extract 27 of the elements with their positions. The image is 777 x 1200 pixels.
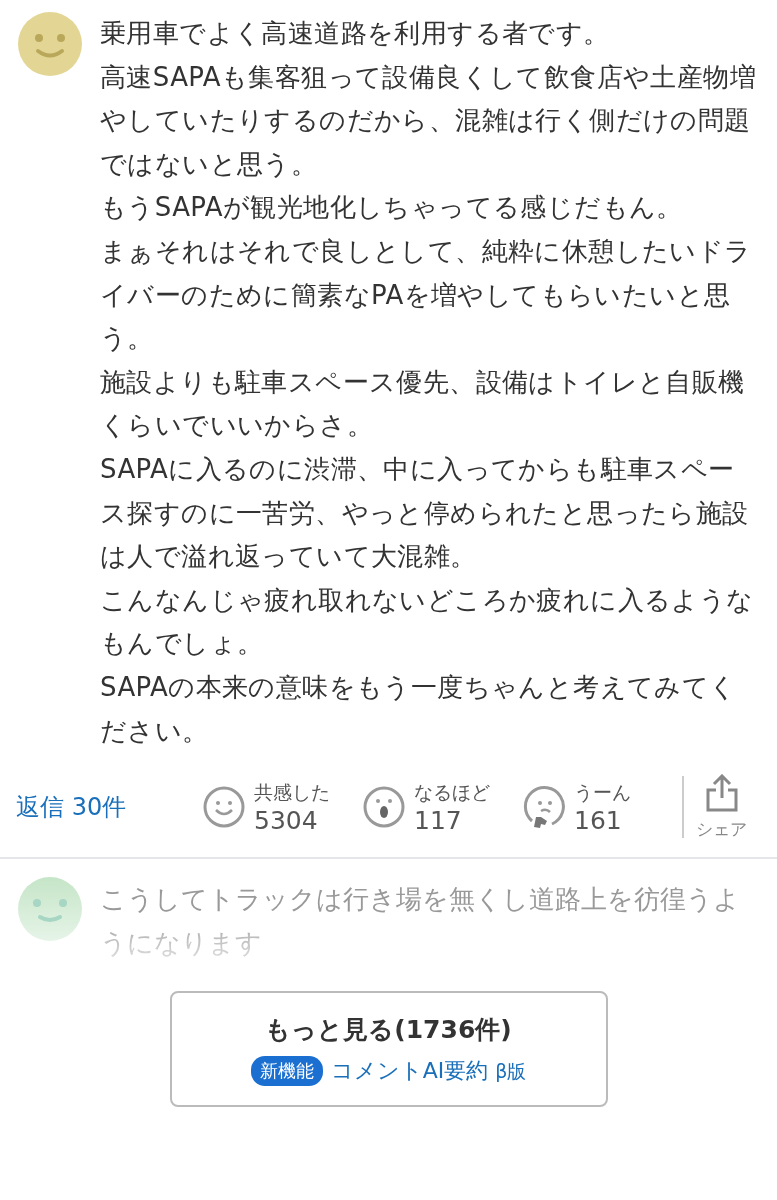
- comment-text: こんなんじゃ疲れ取れないどころか疲れに入るようなもんでしょ。: [100, 583, 755, 661]
- comment-text: 乗用車でよく高速道路を利用する者です。: [100, 17, 611, 50]
- comment-text: まぁそれはそれで良しとして、純粋に休憩したいドライバーのために簡素なPAを増やしてもらいたいと思う。: [100, 234, 753, 356]
- share-button[interactable]: シェア: [696, 773, 747, 841]
- new-feature-badge: 新機能: [250, 1055, 323, 1086]
- avatar-icon: [18, 877, 82, 942]
- reaction-count: 161: [574, 805, 623, 835]
- ai-summary-link[interactable]: コメントAI要約 β版: [330, 1055, 527, 1086]
- replies-link[interactable]: 返信 30件: [16, 791, 202, 824]
- share-icon: [704, 773, 739, 812]
- thinking-face-icon[interactable]: [522, 785, 566, 830]
- more-label: もっと見る(1736件): [265, 1013, 512, 1046]
- reaction-count: 117: [414, 805, 463, 835]
- comment-text: 施設よりも駐車スペース優先、設備はトイレと自販機くらいでいいからさ。: [100, 365, 746, 443]
- more-button[interactable]: もっと見る(1736件) 新機能 コメントAI要約 β版: [169, 991, 608, 1108]
- reaction-count: 5304: [254, 805, 319, 835]
- reaction-label: うーん: [574, 779, 631, 805]
- comment-text: もうSAPAが観光地化しちゃってる感じだもん。: [100, 191, 684, 225]
- avatar-icon: [18, 12, 82, 76]
- comment-text: こうしてトラックは行き場を無くし道路上を彷徨うようになります: [100, 883, 741, 961]
- comment-text: SAPAの本来の意味をもう一度ちゃんと考えてみてください。: [100, 670, 738, 748]
- reaction-label: なるほど: [414, 779, 490, 805]
- surprised-face-icon[interactable]: [362, 785, 406, 830]
- reaction-label: 共感した: [254, 779, 330, 805]
- comment-text: SAPAに入るのに渋滞、中に入ってからも駐車スペース探すのに一苦労、やっと停められたと思ったら施設は人で溢れ返っていて大混雑。: [100, 452, 750, 574]
- smile-icon[interactable]: [202, 785, 246, 830]
- comment-text: 高速SAPAも集客狙って設備良くして飲食店や土産物増やしていたりするのだから、混雑は行く側だけの問題ではないと思う。: [100, 60, 757, 181]
